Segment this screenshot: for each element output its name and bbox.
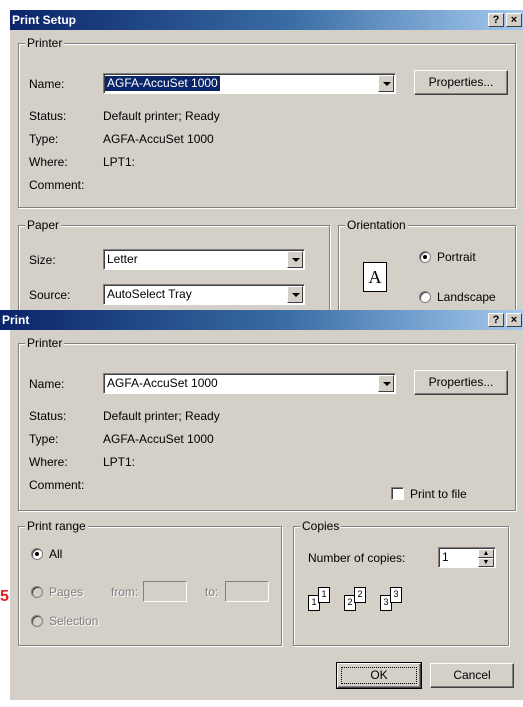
setup-properties-button[interactable]: Properties... bbox=[414, 70, 508, 95]
page-number: 3 bbox=[383, 597, 389, 607]
setup-comment-label: Comment: bbox=[29, 178, 85, 192]
setup-printer-name-select[interactable]: AGFA-AccuSet 1000 bbox=[103, 73, 396, 94]
print-status-label: Status: bbox=[29, 409, 67, 423]
paper-size-select[interactable]: Letter bbox=[103, 249, 305, 270]
setup-printer-legend: Printer bbox=[25, 36, 65, 50]
print-type-label: Type: bbox=[29, 432, 59, 446]
print-comment-label: Comment: bbox=[29, 478, 85, 492]
setup-where-value: LPT1: bbox=[103, 155, 136, 169]
setup-properties-label: Properties... bbox=[428, 75, 494, 89]
copies-legend: Copies bbox=[300, 519, 342, 533]
print-properties-label: Properties... bbox=[428, 375, 494, 389]
print-range-group: Print range All Pages from: to: Selectio… bbox=[18, 519, 282, 646]
page-icon: 2 bbox=[354, 587, 366, 603]
copies-value: 1 bbox=[442, 550, 449, 564]
print-setup-dialog: Print Setup ? × Printer Name: AGFA-AccuS… bbox=[10, 10, 523, 335]
page-number: 2 bbox=[347, 597, 353, 607]
print-type-value: AGFA-AccuSet 1000 bbox=[103, 432, 214, 446]
number-of-copies-label: Number of copies: bbox=[308, 551, 406, 565]
portrait-label[interactable]: Portrait bbox=[437, 250, 476, 264]
portrait-page-icon: A bbox=[363, 262, 387, 292]
print-title-bar: Print bbox=[0, 310, 523, 330]
print-properties-button[interactable]: Properties... bbox=[414, 370, 508, 395]
chevron-down-icon[interactable] bbox=[287, 251, 303, 268]
help-icon[interactable]: ? bbox=[488, 13, 504, 27]
portrait-radio[interactable] bbox=[419, 251, 431, 263]
print-where-value: LPT1: bbox=[103, 455, 136, 469]
to-label: to: bbox=[205, 585, 219, 599]
setup-where-label: Where: bbox=[29, 155, 68, 169]
pages-label[interactable]: Pages bbox=[49, 585, 83, 599]
size-label: Size: bbox=[29, 253, 56, 267]
from-label: from: bbox=[111, 585, 139, 599]
stepper-down-icon[interactable]: ▼ bbox=[478, 558, 494, 567]
source-label: Source: bbox=[29, 288, 71, 302]
setup-type-value: AGFA-AccuSet 1000 bbox=[103, 132, 214, 146]
print-dialog: Print ? × Printer Name: AGFA-AccuSet 100… bbox=[0, 310, 523, 700]
print-setup-title-bar: Print Setup bbox=[10, 10, 523, 30]
all-radio[interactable] bbox=[31, 548, 43, 560]
setup-type-label: Type: bbox=[29, 132, 59, 146]
setup-printer-name-value: AGFA-AccuSet 1000 bbox=[105, 76, 220, 91]
chevron-down-icon[interactable] bbox=[378, 75, 394, 92]
cancel-button[interactable]: Cancel bbox=[430, 663, 514, 688]
print-to-file-label[interactable]: Print to file bbox=[410, 487, 467, 501]
all-label[interactable]: All bbox=[49, 547, 62, 561]
print-to-file-checkbox[interactable] bbox=[391, 487, 404, 500]
copies-stepper[interactable]: 1 ▲ ▼ bbox=[438, 547, 496, 568]
chevron-down-icon[interactable] bbox=[378, 375, 394, 392]
print-printer-name-select[interactable]: AGFA-AccuSet 1000 bbox=[103, 373, 396, 394]
paper-source-value: AutoSelect Tray bbox=[107, 287, 192, 301]
stepper-up-icon[interactable]: ▲ bbox=[478, 549, 494, 558]
page-icon: 3 bbox=[390, 587, 402, 603]
print-printer-legend: Printer bbox=[25, 336, 65, 350]
selection-label[interactable]: Selection bbox=[49, 614, 98, 628]
cancel-label: Cancel bbox=[453, 668, 491, 682]
help-icon[interactable]: ? bbox=[488, 313, 504, 327]
print-title: Print bbox=[2, 313, 30, 327]
collate-pages-icon: 1 1 2 2 3 3 bbox=[308, 581, 448, 621]
setup-status-label: Status: bbox=[29, 109, 67, 123]
paper-legend: Paper bbox=[25, 218, 62, 232]
print-setup-title: Print Setup bbox=[12, 13, 77, 27]
radio-dot bbox=[35, 552, 39, 556]
page-number: 2 bbox=[357, 589, 363, 599]
pages-radio[interactable] bbox=[31, 586, 43, 598]
setup-printer-group: Printer Name: AGFA-AccuSet 1000 Properti… bbox=[18, 36, 516, 208]
radio-dot bbox=[423, 255, 427, 259]
paper-size-value: Letter bbox=[107, 252, 138, 266]
print-where-label: Where: bbox=[29, 455, 68, 469]
setup-name-label: Name: bbox=[29, 77, 65, 91]
focus-rect bbox=[341, 667, 417, 684]
page-number: 3 bbox=[393, 589, 399, 599]
landscape-label[interactable]: Landscape bbox=[437, 290, 496, 304]
print-printer-name-value: AGFA-AccuSet 1000 bbox=[107, 376, 218, 390]
page-letter: A bbox=[368, 267, 382, 287]
ok-button[interactable]: OK bbox=[336, 662, 422, 689]
copies-group: Copies Number of copies: 1 ▲ ▼ 1 1 2 2 3… bbox=[293, 519, 509, 646]
from-page-input[interactable] bbox=[143, 581, 187, 602]
orientation-legend: Orientation bbox=[345, 218, 408, 232]
selection-radio[interactable] bbox=[31, 615, 43, 627]
page-icon: 1 bbox=[318, 587, 330, 603]
chevron-down-icon[interactable] bbox=[287, 286, 303, 303]
close-icon[interactable]: × bbox=[506, 313, 522, 327]
print-printer-group: Printer Name: AGFA-AccuSet 1000 Properti… bbox=[18, 336, 516, 511]
page-number: 1 bbox=[311, 597, 317, 607]
print-range-legend: Print range bbox=[25, 519, 88, 533]
close-icon[interactable]: × bbox=[506, 13, 522, 27]
landscape-radio[interactable] bbox=[419, 291, 431, 303]
page-number: 1 bbox=[321, 589, 327, 599]
to-page-input[interactable] bbox=[225, 581, 269, 602]
paper-source-select[interactable]: AutoSelect Tray bbox=[103, 284, 305, 305]
setup-status-value: Default printer; Ready bbox=[103, 109, 220, 123]
annotation-number: 5 bbox=[0, 588, 9, 605]
print-name-label: Name: bbox=[29, 377, 65, 391]
print-status-value: Default printer; Ready bbox=[103, 409, 220, 423]
